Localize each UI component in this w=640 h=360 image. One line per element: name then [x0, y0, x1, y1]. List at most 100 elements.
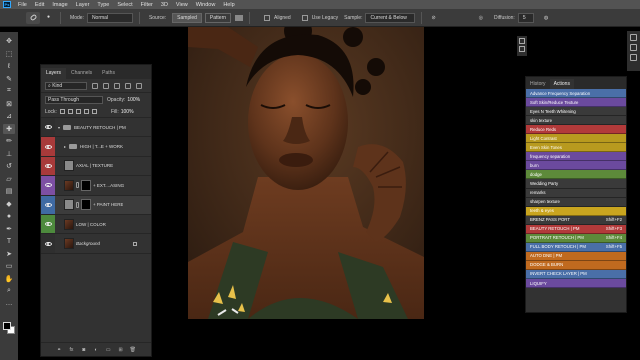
action-item[interactable]: dodge — [526, 170, 626, 180]
action-item[interactable]: BRENZ PASS PORT Shift+F2 — [526, 215, 626, 225]
action-item[interactable]: Eyes N Teeth Whitening — [526, 107, 626, 117]
menu-select[interactable]: Select — [113, 2, 136, 8]
menu-layer[interactable]: Layer — [72, 2, 94, 8]
kind-filter-select[interactable]: ⌕ Kind — [45, 81, 87, 90]
path-select-tool[interactable]: ➤ — [3, 249, 15, 259]
action-item[interactable]: BEAUTY RETOUCH | PM Shift+F3 — [526, 224, 626, 234]
visibility-toggle[interactable] — [41, 195, 55, 214]
dodge-tool[interactable]: ● — [3, 211, 15, 221]
new-group-icon[interactable]: ▭ — [105, 347, 112, 353]
quick-select-tool[interactable]: ✎ — [3, 74, 15, 84]
expand-chevron-icon[interactable]: ▾ — [58, 125, 62, 130]
frame-tool[interactable]: ⊠ — [3, 99, 15, 109]
action-item[interactable]: LIQUIFY — [526, 278, 626, 289]
type-tool[interactable]: T — [3, 236, 15, 246]
layer-row[interactable]: AXIAL | TEXTURE — [41, 156, 151, 177]
action-item[interactable]: Wedding Party — [526, 179, 626, 189]
hand-tool[interactable]: ✋ — [3, 274, 15, 284]
action-item[interactable]: Soft Skin/Reduce Texture — [526, 98, 626, 108]
new-layer-icon[interactable]: ⊞ — [117, 347, 124, 353]
layer-row[interactable]: ▾ BEAUTY RETOUCH | PM — [41, 118, 151, 138]
fx-icon[interactable]: fx — [68, 347, 75, 353]
panel-toggle-icon[interactable] — [519, 38, 525, 44]
adjustments-icon[interactable] — [630, 44, 637, 51]
action-item[interactable]: remarks — [526, 188, 626, 198]
foreground-color-swatch[interactable] — [3, 322, 11, 330]
menu-window[interactable]: Window — [192, 2, 220, 8]
sample-select[interactable]: Current & Below — [365, 12, 416, 23]
visibility-toggle[interactable] — [41, 156, 55, 176]
opacity-value[interactable]: 100% — [127, 97, 140, 103]
adjustment-filter-icon[interactable] — [103, 82, 109, 89]
mask-link-icon[interactable] — [76, 201, 79, 208]
lock-artboard-icon[interactable] — [83, 109, 89, 114]
diffusion-select[interactable]: 5 — [517, 12, 534, 23]
menu-view[interactable]: View — [172, 2, 192, 8]
eraser-tool[interactable]: ▱ — [3, 174, 15, 184]
history-brush-tool[interactable]: ↺ — [3, 161, 15, 171]
visibility-toggle[interactable] — [41, 118, 55, 137]
healing-brush-tool[interactable]: ✚ — [3, 123, 15, 134]
action-item[interactable]: Reduce Reds — [526, 125, 626, 135]
layer-thumbnail[interactable] — [64, 218, 74, 230]
visibility-toggle[interactable] — [41, 214, 55, 234]
pattern-picker[interactable] — [235, 14, 244, 21]
lock-position-icon[interactable] — [75, 109, 81, 114]
action-item[interactable]: burn — [526, 161, 626, 171]
tab-paths[interactable]: Paths — [97, 68, 120, 79]
marquee-tool[interactable]: ⬚ — [3, 49, 15, 59]
type-filter-icon[interactable] — [114, 82, 120, 89]
trash-icon[interactable]: 🗑 — [129, 347, 136, 353]
properties-icon[interactable] — [630, 34, 637, 41]
layer-thumbnail[interactable] — [64, 238, 74, 250]
angle-icon[interactable]: ◍ — [544, 15, 548, 21]
shape-filter-icon[interactable] — [125, 82, 131, 89]
eyedropper-tool[interactable]: ⊿ — [3, 111, 15, 121]
menu-type[interactable]: Type — [93, 2, 113, 8]
pixel-filter-icon[interactable] — [92, 82, 98, 89]
blur-tool[interactable]: ◆ — [3, 199, 15, 209]
tab-actions[interactable]: Actions — [549, 79, 574, 89]
move-tool[interactable]: ✥ — [3, 36, 15, 46]
rectangle-tool[interactable]: ▭ — [3, 261, 15, 271]
visibility-toggle[interactable] — [41, 234, 55, 253]
action-item[interactable]: FULL BODY RETOUCH | PM Shift+F5 — [526, 242, 626, 252]
crop-tool[interactable]: ⌗ — [3, 86, 15, 96]
action-item[interactable]: INVERT CHECK LAYER | PM — [526, 269, 626, 279]
action-item[interactable]: AUTO DNE | PM — [526, 251, 626, 261]
layer-row[interactable]: Background — [41, 234, 151, 254]
zoom-tool[interactable]: ⌕ — [3, 286, 15, 296]
layer-row[interactable]: ▸ HIGH | T...E + WORK — [41, 137, 151, 157]
layer-thumbnail[interactable] — [64, 160, 74, 172]
brush-size-picker[interactable]: ● — [43, 13, 54, 23]
lock-all-icon[interactable] — [91, 109, 97, 114]
tab-channels[interactable]: Channels — [66, 68, 97, 79]
menu-3d[interactable]: 3D — [157, 2, 172, 8]
source-sampled-button[interactable]: Sampled — [172, 12, 202, 23]
gradient-tool[interactable]: ▤ — [3, 186, 15, 196]
smart-object-filter-icon[interactable] — [136, 82, 142, 89]
libraries-icon[interactable] — [630, 54, 637, 61]
menu-image[interactable]: Image — [48, 2, 71, 8]
use-legacy-checkbox[interactable] — [301, 14, 308, 21]
panel-toggle-icon[interactable] — [519, 46, 525, 52]
lock-transparent-icon[interactable] — [59, 109, 65, 114]
tab-layers[interactable]: Layers — [41, 68, 67, 79]
menu-help[interactable]: Help — [219, 2, 238, 8]
expand-chevron-icon[interactable]: ▸ — [64, 144, 68, 149]
pen-tool[interactable]: ✒ — [3, 224, 15, 234]
clone-stamp-tool[interactable]: ⊥ — [3, 149, 15, 159]
lock-pixels-icon[interactable] — [67, 109, 73, 114]
more-tools-tool[interactable]: … — [3, 299, 15, 309]
lasso-tool[interactable]: ℓ — [3, 61, 15, 71]
action-item[interactable]: teeth & eyes — [526, 206, 626, 216]
action-item[interactable]: PORTRAIT RETOUCH | PM Shift+F4 — [526, 233, 626, 243]
menu-file[interactable]: File — [14, 2, 31, 8]
action-item[interactable]: Even Skin Tones — [526, 143, 626, 153]
aligned-checkbox[interactable] — [264, 14, 271, 21]
action-item[interactable]: Light Contrast — [526, 134, 626, 144]
action-item[interactable]: DODGE & BURN — [526, 260, 626, 270]
action-item[interactable]: sharpen texture — [526, 197, 626, 207]
layer-thumbnail[interactable] — [64, 179, 74, 191]
layer-row[interactable]: + PAINT HERE — [41, 195, 151, 215]
